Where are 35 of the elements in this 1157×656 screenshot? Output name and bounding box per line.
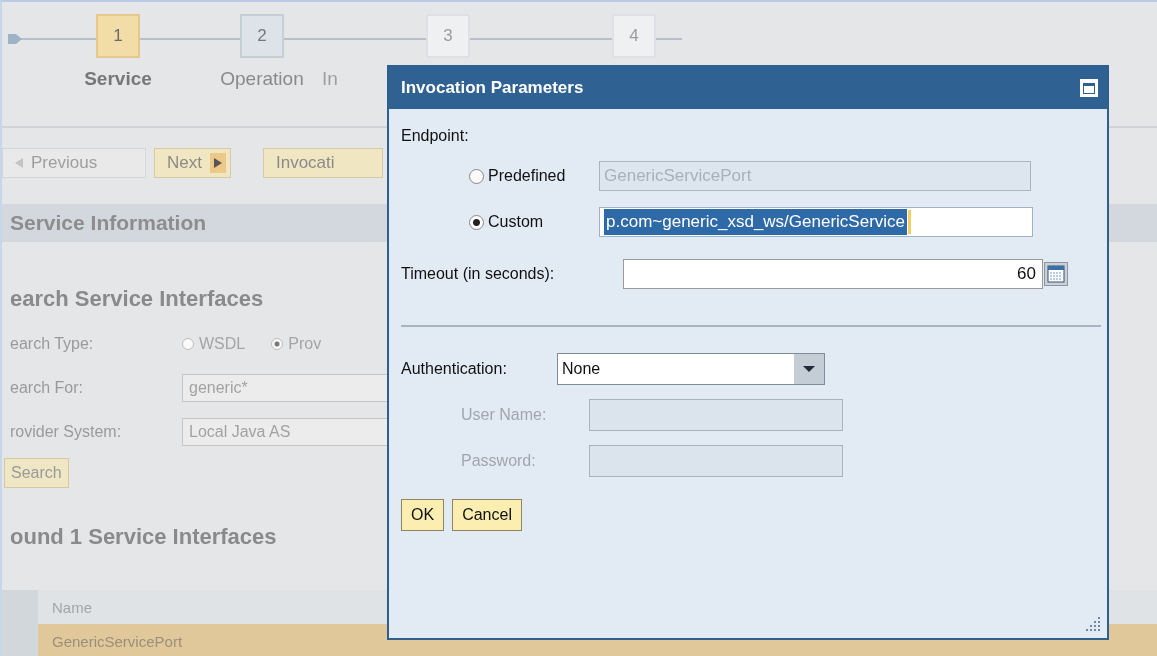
row-selector-header — [2, 590, 38, 624]
timeout-label: Timeout (in seconds): — [401, 265, 556, 283]
dialog-title: Invocation Parameters — [401, 78, 584, 98]
search-button[interactable]: Search — [4, 458, 69, 488]
maximize-icon[interactable] — [1079, 78, 1099, 98]
radio-option[interactable]: WSDL — [182, 335, 246, 353]
authentication-label: Authentication: — [401, 360, 508, 378]
step-label: Operation — [220, 68, 304, 90]
authentication-dropdown[interactable]: None — [557, 353, 825, 385]
field-label: rovider System: — [10, 423, 123, 441]
endpoint-field[interactable]: p.com~generic_xsd_ws/GenericService — [599, 207, 1033, 237]
field-label: earch For: — [10, 379, 84, 397]
dialog-button[interactable]: OK — [401, 499, 445, 531]
radio-option[interactable]: Prov — [271, 335, 322, 353]
field-label: earch Type: — [10, 335, 95, 353]
credential-label: User Name: — [461, 406, 548, 424]
left-triangle-icon — [15, 158, 23, 168]
timeout-field[interactable]: 60 — [623, 259, 1043, 289]
step-number[interactable]: 1 — [96, 14, 140, 58]
row-selector-cell[interactable] — [2, 624, 38, 656]
step-label: In — [322, 68, 338, 90]
credential-label: Password: — [461, 452, 537, 470]
step-number[interactable]: 2 — [240, 14, 284, 58]
dialog-button[interactable]: Cancel — [452, 499, 522, 531]
results-heading: ound 1 Service Interfaces — [10, 524, 277, 550]
resize-grip-icon[interactable] — [1085, 616, 1101, 632]
calendar-icon[interactable] — [1044, 262, 1068, 286]
start-arrow-icon — [8, 32, 22, 46]
search-heading: earch Service Interfaces — [10, 286, 264, 312]
radio-option[interactable]: Custom — [469, 213, 599, 231]
nav-button[interactable]: Next — [154, 148, 231, 178]
section-title: Service Information — [10, 211, 207, 235]
nav-button[interactable]: Invocati — [262, 148, 383, 178]
step-label: Service — [84, 68, 152, 90]
endpoint-label: Endpoint: — [401, 127, 470, 145]
